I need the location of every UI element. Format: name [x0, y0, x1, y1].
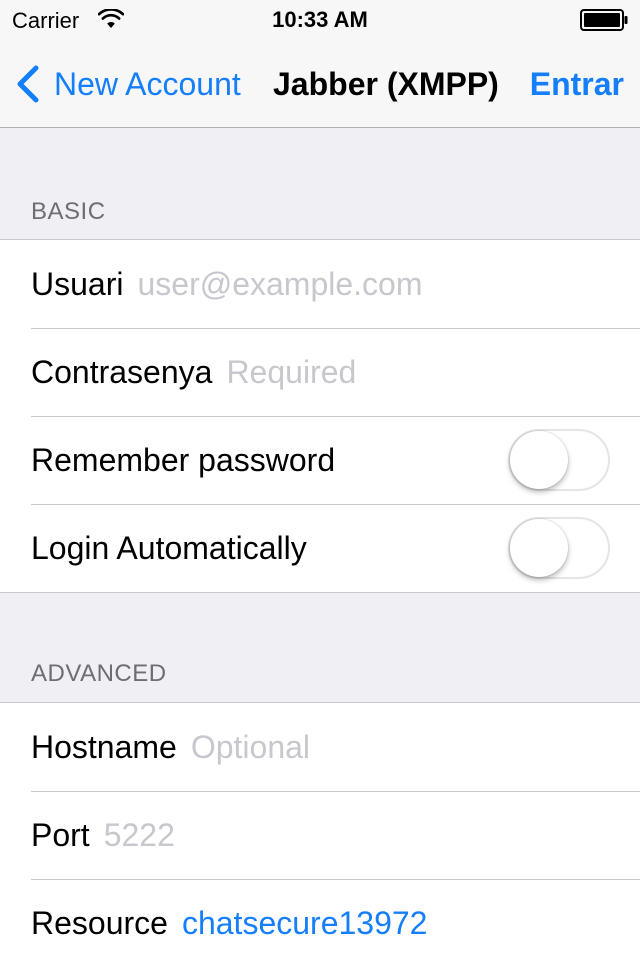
port-label: Port [31, 817, 90, 853]
password-label: Contrasenya [31, 354, 213, 390]
hostname-label: Hostname [31, 729, 177, 765]
status-bar: Carrier 10:33 AM [0, 0, 640, 40]
page-title: Jabber (XMPP) [273, 66, 499, 102]
username-input[interactable] [137, 264, 640, 304]
remember-password-label: Remember password [31, 442, 336, 478]
resource-input[interactable] [181, 903, 640, 943]
battery-icon [580, 9, 628, 31]
username-row: Usuari [0, 240, 640, 328]
navigation-bar: New Account Jabber (XMPP) Entrar [0, 40, 640, 128]
port-row: Port [0, 791, 640, 879]
port-input[interactable] [103, 815, 640, 855]
resource-label: Resource [31, 905, 168, 941]
back-button[interactable]: New Account [14, 62, 241, 106]
switch-knob [510, 519, 568, 577]
advanced-settings-group: Hostname Port Resource [0, 702, 640, 960]
hostname-input[interactable] [190, 727, 640, 767]
login-button[interactable]: Entrar [530, 62, 624, 106]
switch-knob [510, 431, 568, 489]
section-header-advanced: ADVANCED [31, 660, 167, 687]
section-header-basic: BASIC [31, 198, 106, 225]
password-row: Contrasenya [0, 328, 640, 416]
remember-password-row: Remember password [0, 416, 640, 504]
login-automatically-label: Login Automatically [31, 530, 307, 566]
login-automatically-row: Login Automatically [0, 504, 640, 592]
hostname-row: Hostname [0, 703, 640, 791]
remember-password-switch[interactable] [508, 429, 610, 491]
chevron-left-icon [17, 65, 39, 103]
password-input[interactable] [226, 352, 640, 392]
status-time: 10:33 AM [272, 7, 368, 32]
account-settings-screen: Carrier 10:33 AM New Account Jabber (XMP… [0, 0, 640, 960]
username-label: Usuari [31, 266, 124, 302]
basic-settings-group: Usuari Contrasenya Remember password Log… [0, 239, 640, 593]
resource-row: Resource [0, 879, 640, 960]
back-button-label: New Account [54, 66, 241, 102]
login-automatically-switch[interactable] [508, 517, 610, 579]
